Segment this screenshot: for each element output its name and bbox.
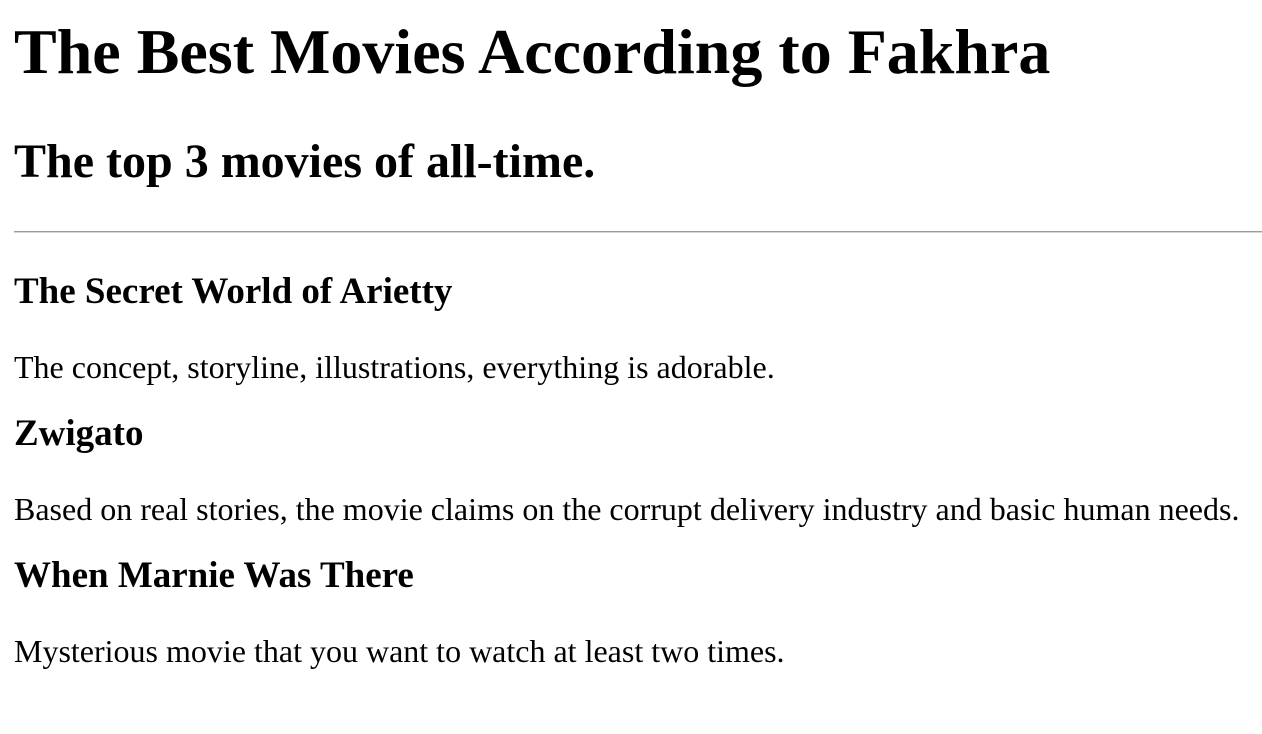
movie-title: When Marnie Was There [14, 555, 414, 596]
page-title: The Best Movies According to Fakhra [14, 16, 1051, 87]
movie-item-2: Zwigato Based on real stories, the movie… [14, 412, 1262, 529]
page-subtitle: The top 3 movies of all-time. [14, 135, 596, 188]
movie-title: Zwigato [14, 413, 144, 454]
movie-description: Mysterious movie that you want to watch … [14, 633, 785, 669]
divider [14, 231, 1262, 233]
movie-description: Based on real stories, the movie claims … [14, 491, 1240, 527]
movie-item-3: When Marnie Was There Mysterious movie t… [14, 554, 1262, 671]
movie-title: The Secret World of Arietty [14, 271, 453, 312]
page-content: The Best Movies According to Fakhra The … [0, 0, 1262, 671]
movie-description: The concept, storyline, illustrations, e… [14, 349, 775, 385]
movie-item-1: The Secret World of Arietty The concept,… [14, 270, 1262, 387]
